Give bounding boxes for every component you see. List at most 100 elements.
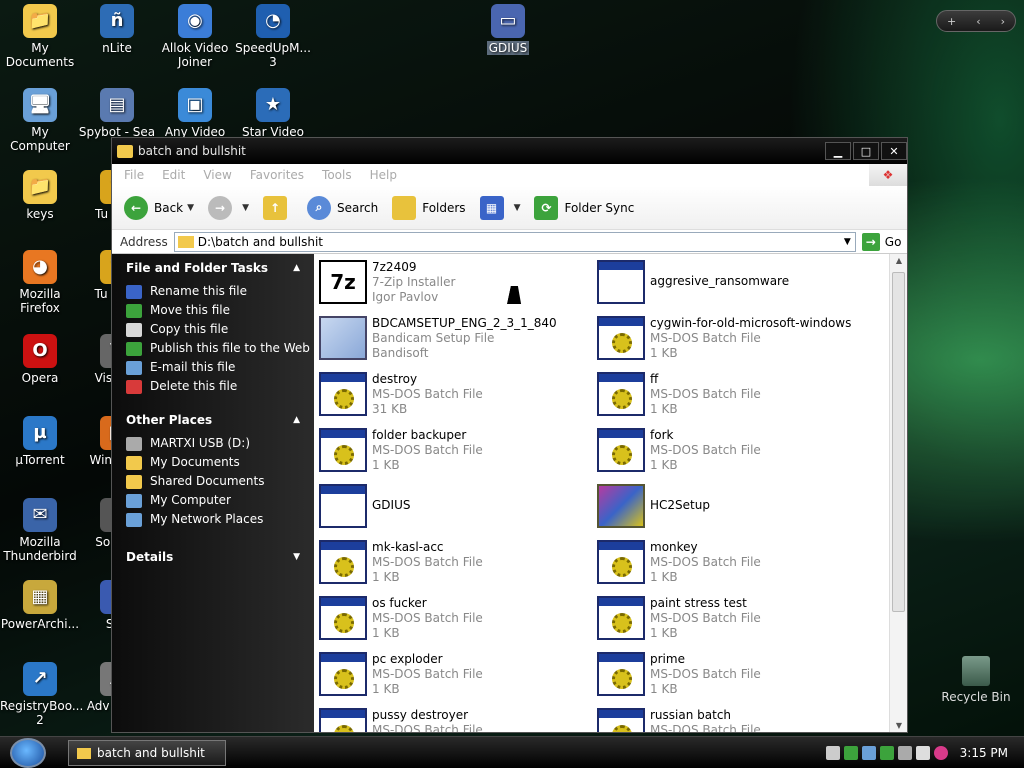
search-button[interactable]: ⌕ Search xyxy=(306,195,378,220)
start-button[interactable] xyxy=(10,738,46,768)
desktop-icon[interactable]: O Opera xyxy=(0,334,80,385)
file-item[interactable]: paint stress test MS-DOS Batch File 1 KB xyxy=(597,596,875,652)
desktop-icon[interactable]: ▤ Spybot - Sea xyxy=(77,88,157,139)
desktop-icon-label: My Documents xyxy=(5,41,75,69)
details-header[interactable]: Details ▼ xyxy=(112,543,314,571)
folder-icon xyxy=(177,235,194,248)
desktop-icon[interactable]: ñ nLite xyxy=(77,4,157,55)
desktop-icon[interactable]: ✉ Mozilla Thunderbird xyxy=(0,498,80,563)
menu-view[interactable]: View xyxy=(203,168,231,182)
file-item[interactable]: GDIUS xyxy=(319,484,597,540)
title-bar[interactable]: batch and bullshit ▁ □ ✕ xyxy=(112,138,907,164)
file-item[interactable]: os fucker MS-DOS Batch File 1 KB xyxy=(319,596,597,652)
desktop-icon[interactable]: ▦ PowerArchi... xyxy=(0,580,80,631)
network-icon[interactable] xyxy=(843,746,858,760)
place-link[interactable]: My Network Places xyxy=(126,510,314,529)
task-link[interactable]: Copy this file xyxy=(126,320,314,339)
desktop-icon[interactable]: ◔ SpeedUpM... 3 xyxy=(233,4,313,69)
task-link[interactable]: Rename this file xyxy=(126,282,314,301)
sidebar-add-button[interactable]: + xyxy=(947,15,956,28)
shield-icon[interactable] xyxy=(933,746,948,760)
chevron-down-icon[interactable]: ▼ xyxy=(242,203,249,213)
task-link[interactable]: Move this file xyxy=(126,301,314,320)
sidebar-next-button[interactable]: › xyxy=(1001,15,1005,28)
printer-icon[interactable] xyxy=(825,746,840,760)
security-icon[interactable] xyxy=(879,746,894,760)
address-field[interactable]: D:\batch and bullshit ▼ xyxy=(173,231,856,252)
clock[interactable]: 3:15 PM xyxy=(960,746,1008,760)
file-item[interactable]: folder backuper MS-DOS Batch File 1 KB xyxy=(319,428,597,484)
sidebar-prev-button[interactable]: ‹ xyxy=(976,15,980,28)
file-item[interactable]: aggresive_ransomware xyxy=(597,260,875,316)
forward-button[interactable]: → ▼ xyxy=(208,195,249,220)
file-item[interactable]: ff MS-DOS Batch File 1 KB xyxy=(597,372,875,428)
desktop-icon[interactable]: ◉ Allok Video Joiner xyxy=(155,4,235,69)
chevron-up-icon[interactable]: ▲ xyxy=(293,415,300,425)
up-folder-button[interactable]: ↑ xyxy=(262,195,293,220)
chevron-down-icon[interactable]: ▼ xyxy=(187,203,194,213)
desktop-icon[interactable]: ★ Star Video xyxy=(233,88,313,139)
desktop-icon[interactable]: ▣ Any Video xyxy=(155,88,235,139)
menu-tools[interactable]: Tools xyxy=(322,168,352,182)
scroll-down-icon[interactable]: ▼ xyxy=(890,721,908,730)
other-places-header[interactable]: Other Places ▲ xyxy=(112,406,314,434)
taskbar-task-explorer[interactable]: batch and bullshit xyxy=(68,740,226,766)
file-item[interactable]: mk-kasl-acc MS-DOS Batch File 1 KB xyxy=(319,540,597,596)
chevron-down-icon[interactable]: ▼ xyxy=(840,237,855,247)
place-link[interactable]: MARTXI USB (D:) xyxy=(126,434,314,453)
menu-edit[interactable]: Edit xyxy=(162,168,185,182)
file-item[interactable]: monkey MS-DOS Batch File 1 KB xyxy=(597,540,875,596)
file-item[interactable]: cygwin-for-old-microsoft-windows MS-DOS B… xyxy=(597,316,875,372)
file-item[interactable]: BDCAMSETUP_ENG_2_3_1_840 Bandicam Setup F… xyxy=(319,316,597,372)
place-link[interactable]: My Documents xyxy=(126,453,314,472)
scroll-thumb[interactable] xyxy=(892,272,905,612)
monitor-icon[interactable] xyxy=(861,746,876,760)
file-name: destroy xyxy=(372,372,418,386)
chevron-up-icon[interactable]: ▲ xyxy=(293,263,300,273)
sidebar-controls[interactable]: + ‹ › xyxy=(936,10,1016,32)
scroll-up-icon[interactable]: ▲ xyxy=(890,256,908,265)
close-button[interactable]: ✕ xyxy=(881,142,907,160)
vertical-scrollbar[interactable]: ▲ ▼ xyxy=(889,254,907,732)
usb-icon[interactable] xyxy=(897,746,912,760)
desktop-icon[interactable]: ▭ GDIUS xyxy=(468,4,548,55)
maximize-button[interactable]: □ xyxy=(853,142,879,160)
file-item[interactable]: pc exploder MS-DOS Batch File 1 KB xyxy=(319,652,597,708)
file-item[interactable]: russian batch MS-DOS Batch File xyxy=(597,708,875,732)
file-item[interactable]: 7z 7z2409 7-Zip Installer Igor Pavlov xyxy=(319,260,597,316)
desktop-icon[interactable]: 📁 My Documents xyxy=(0,4,80,69)
desktop-icon[interactable]: ↗ RegistryBoo... 2 xyxy=(0,662,83,727)
views-button[interactable]: ▦ ▼ xyxy=(479,195,520,220)
folders-button[interactable]: Folders xyxy=(392,195,466,220)
file-item[interactable]: prime MS-DOS Batch File 1 KB xyxy=(597,652,875,708)
back-button[interactable]: ← Back ▼ xyxy=(124,195,194,220)
file-type: MS-DOS Batch File xyxy=(650,555,761,569)
file-text: cygwin-for-old-microsoft-windows MS-DOS B… xyxy=(650,316,851,361)
file-text: ff MS-DOS Batch File 1 KB xyxy=(650,372,761,417)
volume-icon[interactable] xyxy=(915,746,930,760)
chevron-down-icon[interactable]: ▼ xyxy=(293,552,300,562)
file-folder-tasks-header[interactable]: File and Folder Tasks ▲ xyxy=(112,254,314,282)
task-link[interactable]: Delete this file xyxy=(126,377,314,396)
folder-icon xyxy=(117,144,133,158)
desktop-icon[interactable]: 🖥 My Computer xyxy=(0,88,80,153)
menu-help[interactable]: Help xyxy=(370,168,397,182)
go-button[interactable]: → Go xyxy=(861,232,901,251)
menu-favorites[interactable]: Favorites xyxy=(250,168,304,182)
place-link[interactable]: Shared Documents xyxy=(126,472,314,491)
minimize-button[interactable]: ▁ xyxy=(825,142,851,160)
recycle-bin[interactable]: Recycle Bin xyxy=(936,656,1016,704)
task-link[interactable]: E-mail this file xyxy=(126,358,314,377)
task-link[interactable]: Publish this file to the Web xyxy=(126,339,314,358)
batch-file-icon xyxy=(319,372,367,416)
menu-file[interactable]: File xyxy=(124,168,144,182)
place-link[interactable]: My Computer xyxy=(126,491,314,510)
desktop-icon[interactable]: µ µTorrent xyxy=(0,416,80,467)
file-item[interactable]: fork MS-DOS Batch File 1 KB xyxy=(597,428,875,484)
desktop-icon[interactable]: 📁 keys xyxy=(0,170,80,221)
file-item[interactable]: HC2Setup xyxy=(597,484,875,540)
file-item[interactable]: pussy destroyer MS-DOS Batch File xyxy=(319,708,597,732)
file-item[interactable]: destroy MS-DOS Batch File 31 KB xyxy=(319,372,597,428)
folder-sync-button[interactable]: ⟳ Folder Sync xyxy=(534,195,634,220)
desktop-icon[interactable]: ◕ Mozilla Firefox xyxy=(0,250,80,315)
